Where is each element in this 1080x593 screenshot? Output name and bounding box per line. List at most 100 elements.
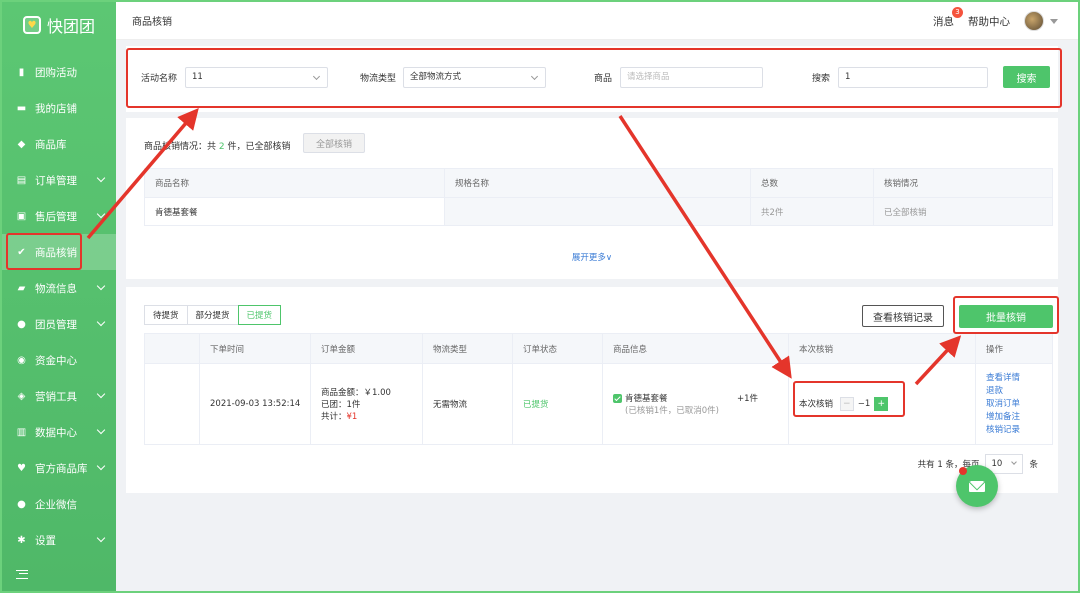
avatar[interactable] [1024,11,1044,31]
verify-status-cell: 已全部核销 [873,197,1053,226]
bookmark-icon: ▮ [18,66,25,78]
sidebar-item-settings[interactable]: ✱ 设置 [2,522,116,558]
column-header: 下单时间 [199,333,311,364]
sidebar-item-aftersale[interactable]: ▣ 售后管理 [2,198,116,234]
sidebar-item-wechat-work[interactable]: ● 企业微信 [2,486,116,522]
quantity-stepper: − −1 + [839,397,889,411]
column-header: 核销情况 [873,168,1053,198]
order-time-cell: 2021-09-03 13:52:14 [199,363,311,445]
search-panel: 活动名称 11 物流类型 全部物流方式 商品 请选择商品 搜索 1 搜索 [126,46,1058,112]
table-row: 2021-09-03 13:52:14 商品金额：￥1.00 已团：1件 共计：… [144,363,1053,445]
chevron-down-icon [96,389,106,399]
sidebar-item-members[interactable]: ● 团员管理 [2,306,116,342]
product-label: 商品 [594,74,613,84]
tab-picked-up[interactable]: 已提货 [237,305,282,325]
tag-icon: ◈ [17,390,26,402]
chevron-down-icon [96,317,106,327]
total-cell: 共2件 [750,197,874,226]
product-input[interactable]: 请选择商品 [620,67,763,88]
status-tabs: 待提货 部分提货 已提货 [144,305,282,325]
sidebar-item-official-products[interactable]: ♥ 官方商品库 [2,450,116,486]
verify-all-button[interactable]: 全部核销 [303,133,365,153]
sidebar-item-orders[interactable]: ▤ 订单管理 [2,162,116,198]
column-header: 规格名称 [444,168,751,198]
product-sub-info: (已核销1件，已取消0件) [625,406,719,416]
sidebar-item-my-store[interactable]: ▬ 我的店铺 [2,90,116,126]
chevron-down-icon [96,281,106,291]
sidebar-item-verification[interactable]: ✔ 商品核销 [2,234,116,270]
view-records-button[interactable]: 查看核销记录 [862,305,944,327]
spec-cell [444,197,751,226]
sidebar: ♥ 快团团 ▮ 团购活动 ▬ 我的店铺 ◆ 商品库 ▤ 订单管理 ▣ 售后管理 ✔ 商品核销… [2,2,116,591]
wechat-icon: ● [17,498,26,510]
chevron-down-icon [96,209,106,219]
sidebar-nav: ▮ 团购活动 ▬ 我的店铺 ◆ 商品库 ▤ 订单管理 ▣ 售后管理 ✔ 商品核销 ▰ 物流信息… [2,54,116,558]
add-note-link[interactable]: 增加备注 [986,411,1052,424]
keyword-input[interactable]: 1 [838,67,988,88]
column-header: 总数 [750,168,874,198]
refund-link[interactable]: 退款 [986,385,1052,398]
collapse-menu-icon[interactable] [16,570,28,579]
column-header: 操作 [975,333,1053,364]
column-header: 商品名称 [144,168,445,198]
verify-records-link[interactable]: 核销记录 [986,424,1052,437]
sidebar-item-marketing[interactable]: ◈ 营销工具 [2,378,116,414]
this-verify-cell: 本次核销 − −1 + [788,363,976,445]
chart-icon: ▥ [16,426,27,438]
sidebar-item-group-buy[interactable]: ▮ 团购活动 [2,54,116,90]
batch-verify-button[interactable]: 批量核销 [959,305,1053,328]
sidebar-item-logistics[interactable]: ▰ 物流信息 [2,270,116,306]
tab-partial[interactable]: 部分提货 [186,305,239,325]
expand-more-link[interactable]: 展开更多∨ [126,251,1058,263]
gear-icon: ✱ [17,534,26,546]
verify-quantity[interactable]: −1 [858,399,871,409]
bag-check-icon: ✔ [17,246,26,258]
box-icon: ◆ [17,138,26,150]
app-logo[interactable]: ♥ 快团团 [2,2,116,48]
tab-pending[interactable]: 待提货 [144,305,188,325]
message-count-badge: 3 [952,6,963,18]
view-detail-link[interactable]: 查看详情 [986,372,1052,385]
mail-icon [969,480,985,492]
activity-select[interactable]: 11 [185,67,328,88]
logistics-cell: 无需物流 [422,363,513,445]
sidebar-item-data[interactable]: ▥ 数据中心 [2,414,116,450]
summary-panel: 商品核销情况：共 2 件，已全部核销 全部核销 商品名称 规格名称 总数 核销情… [126,118,1058,279]
order-amount-cell: 商品金额：￥1.00 已团：1件 共计：¥1 [310,363,423,445]
store-icon: ▬ [16,102,27,114]
product-info-cell: 肯德基套餐 (已核销1件，已取消0件) +1件 [602,363,789,445]
summary-table: 商品名称 规格名称 总数 核销情况 肯德基套餐 共2件 已全部核销 [144,168,1053,226]
contact-fab[interactable] [956,465,998,507]
cancel-order-link[interactable]: 取消订单 [986,398,1052,411]
search-button[interactable]: 搜索 [1003,66,1050,88]
logistics-select[interactable]: 全部物流方式 [403,67,546,88]
summary-table-header: 商品名称 规格名称 总数 核销情况 [144,168,1053,198]
keyword-label: 搜索 [812,74,831,84]
product-name-cell: 肯德基套餐 [144,197,445,226]
header-actions: 消息 3 帮助中心 [933,2,1058,40]
help-center-link[interactable]: 帮助中心 [968,14,1010,29]
user-icon: ● [17,318,26,330]
increment-button[interactable]: + [874,397,889,411]
aftersale-icon: ▣ [16,210,27,222]
main-content: 活动名称 11 物流类型 全部物流方式 商品 请选择商品 搜索 1 搜索 商品核… [116,40,1078,591]
decrement-button[interactable]: − [839,397,854,411]
sidebar-item-product-library[interactable]: ◆ 商品库 [2,126,116,162]
actions-cell: 查看详情 退款 取消订单 增加备注 核销记录 [975,363,1053,445]
chevron-down-icon [96,461,106,471]
order-icon: ▤ [16,174,27,186]
sidebar-item-funds[interactable]: ◉ 资金中心 [2,342,116,378]
caret-down-icon[interactable] [1050,18,1058,24]
messages-link[interactable]: 消息 3 [933,6,963,29]
logo-heart-icon: ♥ [22,16,41,34]
order-status-cell: 已提货 [512,363,603,445]
activity-label: 活动名称 [141,74,178,84]
checkbox[interactable] [613,394,622,403]
column-header: 订单金额 [310,333,423,364]
orders-panel: 待提货 部分提货 已提货 查看核销记录 批量核销 下单时间 订单金额 物流类型 … [126,287,1058,493]
column-header [144,333,200,364]
pagination-unit: 条 [1029,460,1038,470]
chevron-down-icon [530,72,539,81]
notification-dot [959,467,967,475]
breadcrumb: 商品核销 [132,17,172,28]
